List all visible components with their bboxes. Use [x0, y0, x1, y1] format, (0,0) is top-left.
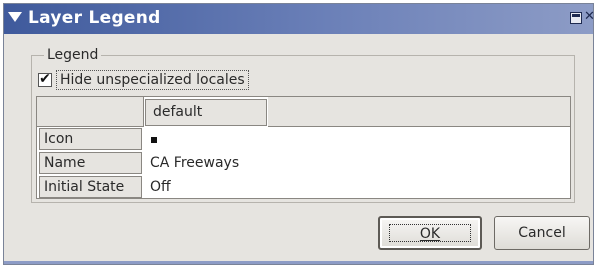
header-fill	[268, 97, 570, 127]
layer-legend-dialog: Layer Legend ✕ Legend ✔ Hide unspecializ…	[3, 3, 595, 265]
window-title: Layer Legend	[28, 8, 161, 28]
legend-table: default Icon Name CA Freeways Initial St…	[36, 96, 571, 199]
table-corner-header	[37, 97, 144, 127]
row-header-name[interactable]: Name	[39, 152, 142, 174]
row-header-initial-state[interactable]: Initial State	[39, 176, 142, 198]
cancel-button-label: Cancel	[518, 225, 566, 241]
close-icon[interactable]: ✕	[584, 10, 595, 23]
ok-focus-ring	[389, 224, 471, 242]
ok-button[interactable]: OK	[378, 216, 482, 250]
hide-unspecialized-checkbox[interactable]: ✔	[38, 72, 52, 87]
row-header-icon[interactable]: Icon	[39, 128, 142, 150]
legend-group-label: Legend	[44, 47, 102, 63]
title-bar[interactable]: Layer Legend ✕	[4, 4, 595, 34]
name-value-cell[interactable]: CA Freeways	[150, 152, 239, 174]
hide-unspecialized-label[interactable]: Hide unspecialized locales	[56, 70, 249, 90]
initial-state-value-cell[interactable]: Off	[150, 176, 171, 198]
window-menu-arrow-icon[interactable]	[8, 12, 22, 22]
cancel-button[interactable]: Cancel	[494, 216, 590, 250]
window-bottom-border	[4, 261, 593, 264]
legend-icon-swatch[interactable]	[151, 137, 157, 143]
maximize-icon[interactable]	[570, 12, 582, 24]
column-header-default[interactable]: default	[145, 99, 267, 126]
